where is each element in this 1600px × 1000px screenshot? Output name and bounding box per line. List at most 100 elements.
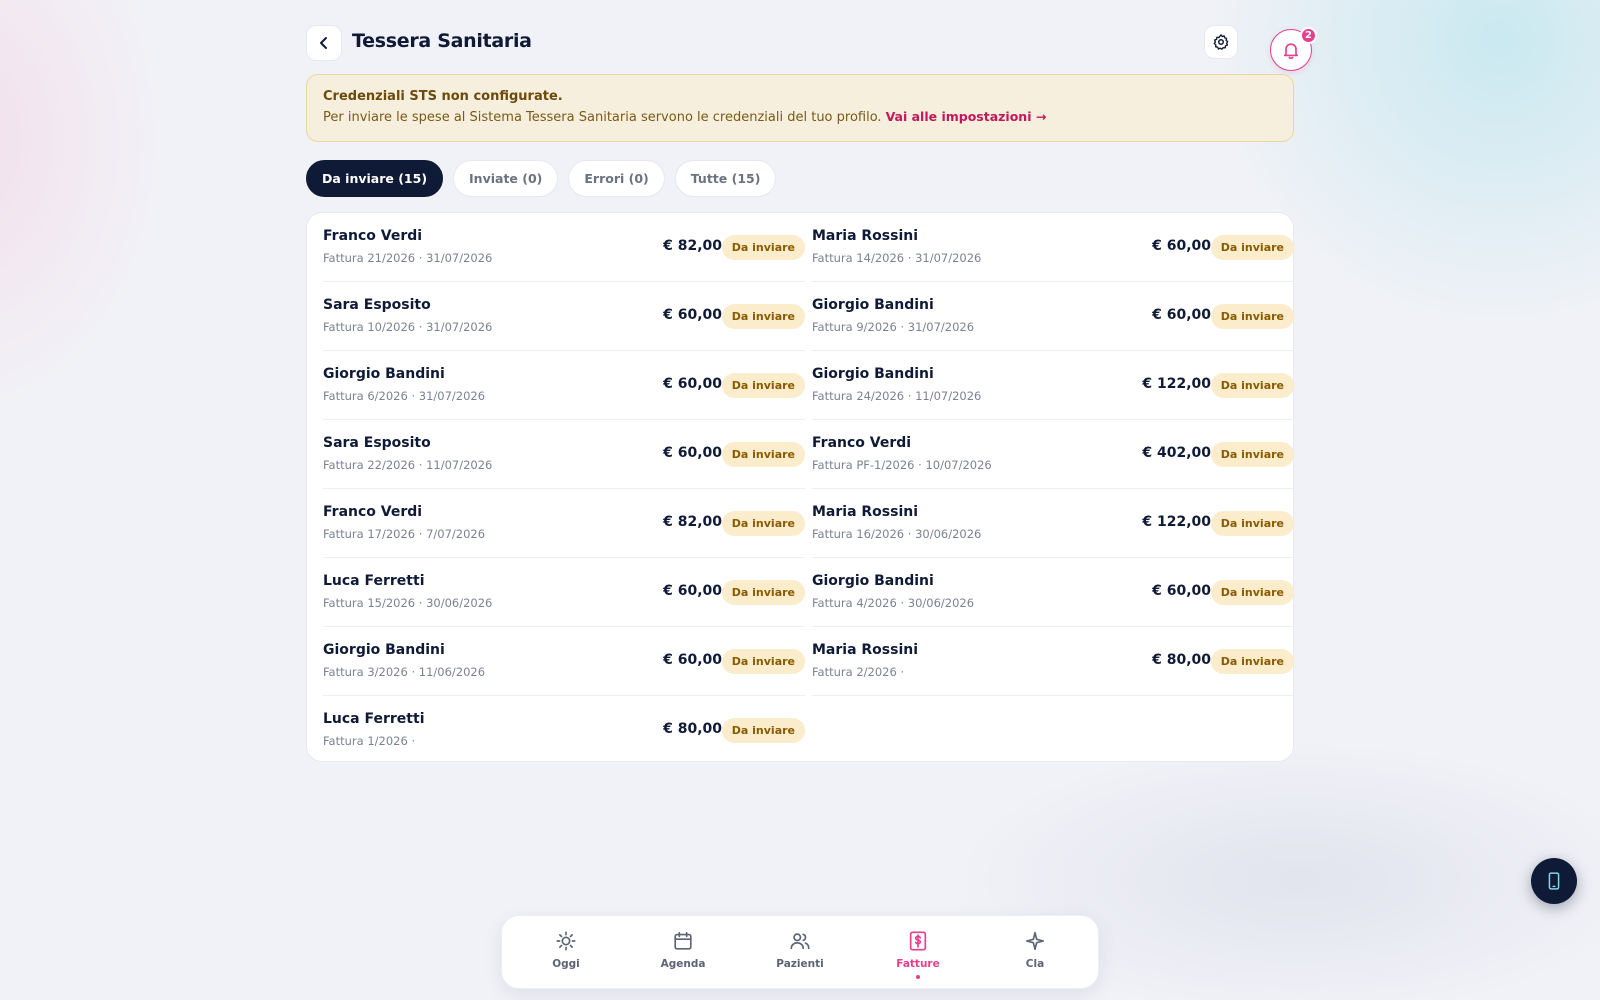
invoice-amount: € 80,00 xyxy=(663,721,722,737)
patient-name: Maria Rossini xyxy=(812,504,919,520)
header: Tessera Sanitaria 2 xyxy=(306,25,1317,75)
status-badge: Da inviare xyxy=(721,304,805,329)
invoice-row[interactable]: Maria Rossini Fattura 14/2026 · 31/07/20… xyxy=(812,213,1294,282)
sparkle-icon xyxy=(1022,928,1048,954)
nav-label: Oggi xyxy=(552,958,580,970)
invoice-row[interactable]: Sara Esposito Fattura 10/2026 · 31/07/20… xyxy=(323,282,805,351)
invoice-amount: € 60,00 xyxy=(663,307,722,323)
invoice-row[interactable]: Giorgio Bandini Fattura 9/2026 · 31/07/2… xyxy=(812,282,1294,351)
invoice-details: Fattura 10/2026 · 31/07/2026 xyxy=(323,320,493,334)
nav-label: Cla xyxy=(1025,958,1045,970)
nav-item-agenda[interactable]: Agenda xyxy=(643,928,723,970)
status-badge: Da inviare xyxy=(1210,511,1294,536)
bell-icon xyxy=(1283,43,1299,59)
settings-button[interactable] xyxy=(1204,25,1238,59)
page-title: Tessera Sanitaria xyxy=(352,30,532,52)
patient-name: Franco Verdi xyxy=(323,504,423,520)
invoice-row[interactable]: Franco Verdi Fattura 21/2026 · 31/07/202… xyxy=(323,213,805,282)
patient-name: Sara Esposito xyxy=(323,297,431,313)
invoice-row[interactable]: Giorgio Bandini Fattura 3/2026 · 11/06/2… xyxy=(323,627,805,696)
invoice-details: Fattura 9/2026 · 31/07/2026 xyxy=(812,320,975,334)
patient-name: Giorgio Bandini xyxy=(323,642,445,658)
tab-errori[interactable]: Errori (0) xyxy=(568,160,665,197)
status-badge: Da inviare xyxy=(1210,580,1294,605)
back-button[interactable] xyxy=(306,25,342,61)
invoice-details: Fattura 24/2026 · 11/07/2026 xyxy=(812,389,982,403)
mobile-device-button[interactable] xyxy=(1531,858,1577,904)
patient-name: Luca Ferretti xyxy=(323,711,425,727)
invoice-row[interactable]: Giorgio Bandini Fattura 24/2026 · 11/07/… xyxy=(812,351,1294,420)
status-badge: Da inviare xyxy=(721,718,805,743)
invoice-details: Fattura 2/2026 · xyxy=(812,665,905,679)
invoice-details: Fattura 15/2026 · 30/06/2026 xyxy=(323,596,493,610)
invoice-amount: € 60,00 xyxy=(663,583,722,599)
status-badge: Da inviare xyxy=(1210,235,1294,260)
invoice-list: Franco Verdi Fattura 21/2026 · 31/07/202… xyxy=(306,212,1294,762)
invoice-icon xyxy=(905,928,931,954)
nav-item-cla[interactable]: Cla xyxy=(995,928,1075,970)
smartphone-icon xyxy=(1548,872,1560,890)
patient-name: Giorgio Bandini xyxy=(812,366,934,382)
status-badge: Da inviare xyxy=(721,442,805,467)
tab-tutte[interactable]: Tutte (15) xyxy=(674,160,777,197)
invoice-row[interactable]: Maria Rossini Fattura 16/2026 · 30/06/20… xyxy=(812,489,1294,558)
bottom-navigation: Oggi Agenda Pazienti Fatture Cla xyxy=(501,915,1099,989)
invoice-amount: € 122,00 xyxy=(1142,514,1211,530)
invoice-details: Fattura 16/2026 · 30/06/2026 xyxy=(812,527,982,541)
invoice-row[interactable]: Giorgio Bandini Fattura 6/2026 · 31/07/2… xyxy=(323,351,805,420)
status-badge: Da inviare xyxy=(721,580,805,605)
invoice-amount: € 60,00 xyxy=(663,445,722,461)
alert-text: Per inviare le spese al Sistema Tessera … xyxy=(323,109,1277,125)
invoice-row[interactable]: Franco Verdi Fattura 17/2026 · 7/07/2026… xyxy=(323,489,805,558)
patient-name: Franco Verdi xyxy=(812,435,912,451)
invoice-details: Fattura 4/2026 · 30/06/2026 xyxy=(812,596,975,610)
invoice-details: Fattura 21/2026 · 31/07/2026 xyxy=(323,251,493,265)
nav-item-oggi[interactable]: Oggi xyxy=(526,928,606,970)
tab-inviate[interactable]: Inviate (0) xyxy=(453,160,559,197)
invoice-amount: € 60,00 xyxy=(1152,238,1211,254)
invoice-details: Fattura PF-1/2026 · 10/07/2026 xyxy=(812,458,992,472)
status-badge: Da inviare xyxy=(1210,304,1294,329)
status-badge: Da inviare xyxy=(721,649,805,674)
status-badge: Da inviare xyxy=(721,235,805,260)
invoice-row[interactable]: Maria Rossini Fattura 2/2026 · € 80,00 D… xyxy=(812,627,1294,696)
active-indicator xyxy=(916,975,920,979)
patient-name: Sara Esposito xyxy=(323,435,431,451)
invoice-row[interactable]: Luca Ferretti Fattura 15/2026 · 30/06/20… xyxy=(323,558,805,627)
patient-name: Giorgio Bandini xyxy=(323,366,445,382)
nav-label: Pazienti xyxy=(776,958,824,970)
invoice-details: Fattura 3/2026 · 11/06/2026 xyxy=(323,665,486,679)
invoice-details: Fattura 22/2026 · 11/07/2026 xyxy=(323,458,493,472)
invoice-amount: € 122,00 xyxy=(1142,376,1211,392)
chevron-left-icon xyxy=(320,37,327,49)
patient-name: Maria Rossini xyxy=(812,642,919,658)
patient-name: Giorgio Bandini xyxy=(812,573,934,589)
sts-warning-alert: Credenziali STS non configurate. Per inv… xyxy=(306,74,1294,142)
patient-name: Luca Ferretti xyxy=(323,573,425,589)
status-badge: Da inviare xyxy=(1210,373,1294,398)
invoice-amount: € 60,00 xyxy=(1152,307,1211,323)
invoice-details: Fattura 1/2026 · xyxy=(323,734,416,748)
invoice-amount: € 60,00 xyxy=(1152,583,1211,599)
invoice-row[interactable]: Sara Esposito Fattura 22/2026 · 11/07/20… xyxy=(323,420,805,489)
patient-name: Maria Rossini xyxy=(812,228,919,244)
invoice-amount: € 82,00 xyxy=(663,514,722,530)
gear-icon xyxy=(1213,34,1229,50)
settings-link[interactable]: Vai alle impostazioni → xyxy=(886,109,1047,124)
invoice-details: Fattura 6/2026 · 31/07/2026 xyxy=(323,389,486,403)
nav-item-fatture[interactable]: Fatture xyxy=(878,928,958,979)
calendar-icon xyxy=(670,928,696,954)
invoice-details: Fattura 14/2026 · 31/07/2026 xyxy=(812,251,982,265)
notification-badge: 2 xyxy=(1300,27,1317,44)
invoice-amount: € 402,00 xyxy=(1142,445,1211,461)
tab-da-inviare[interactable]: Da inviare (15) xyxy=(306,160,444,197)
patient-name: Franco Verdi xyxy=(323,228,423,244)
invoice-row[interactable]: Franco Verdi Fattura PF-1/2026 · 10/07/2… xyxy=(812,420,1294,489)
invoice-row[interactable]: Giorgio Bandini Fattura 4/2026 · 30/06/2… xyxy=(812,558,1294,627)
nav-label: Agenda xyxy=(660,958,706,970)
nav-item-pazienti[interactable]: Pazienti xyxy=(760,928,840,970)
invoice-row[interactable]: Luca Ferretti Fattura 1/2026 · € 80,00 D… xyxy=(323,696,805,765)
nav-label: Fatture xyxy=(896,958,940,970)
invoice-details: Fattura 17/2026 · 7/07/2026 xyxy=(323,527,486,541)
status-badge: Da inviare xyxy=(721,373,805,398)
